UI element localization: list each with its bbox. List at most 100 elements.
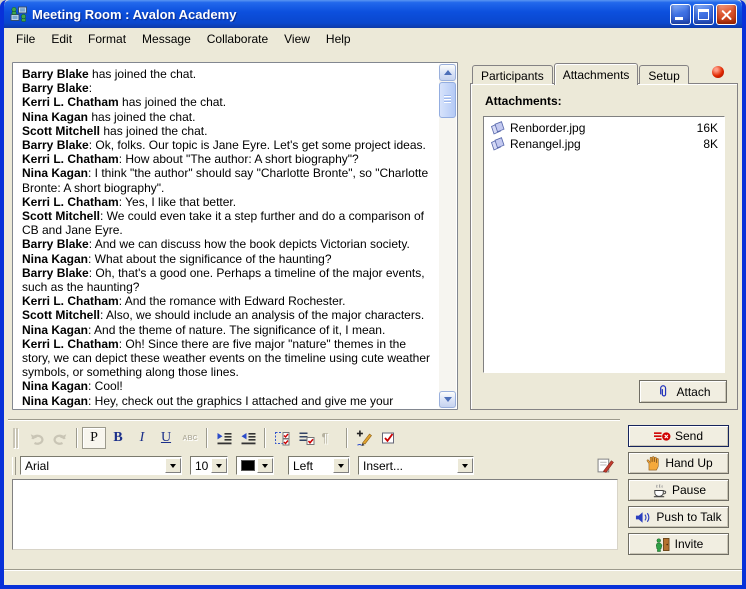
paragraph-check-button[interactable]: [294, 427, 318, 449]
underline-button[interactable]: U: [154, 427, 178, 449]
composer-divider: [8, 419, 620, 421]
font-color-select[interactable]: [236, 456, 274, 475]
attach-button[interactable]: Attach: [639, 380, 727, 403]
attachment-row[interactable]: Renborder.jpg16K: [486, 120, 722, 136]
edit-note-icon[interactable]: [597, 457, 614, 474]
coffee-cup-icon: [651, 483, 668, 498]
footnote-icon: ¶: [322, 430, 339, 446]
scroll-up-button[interactable]: [439, 64, 456, 81]
chat-message: Nina Kagan: I think "the author" should …: [22, 166, 436, 194]
menu-edit[interactable]: Edit: [43, 29, 80, 49]
scroll-down-button[interactable]: [439, 391, 456, 408]
format-toolbar: PBIU ABC ¶: [12, 424, 618, 452]
action-buttons: Send Hand Up: [628, 425, 729, 555]
chevron-down-icon[interactable]: [211, 458, 227, 473]
insert-select[interactable]: Insert...: [358, 456, 474, 475]
menu-format[interactable]: Format: [80, 29, 134, 49]
invite-button[interactable]: Invite: [628, 533, 729, 555]
client-area: Barry Blake has joined the chat.Barry Bl…: [4, 50, 742, 585]
attachment-row[interactable]: Renangel.jpg8K: [486, 136, 722, 152]
toolbar-gripper[interactable]: [13, 428, 20, 448]
chat-messages[interactable]: Barry Blake has joined the chat.Barry Bl…: [13, 63, 440, 409]
chevron-down-icon[interactable]: [165, 458, 181, 473]
close-button[interactable]: [716, 4, 737, 25]
message-input[interactable]: [12, 479, 618, 550]
scrollbar-thumb[interactable]: [439, 82, 456, 118]
app-icon: [10, 6, 28, 22]
pause-label: Pause: [672, 483, 706, 497]
chat-message: Kerri L. Chatham: Oh! Since there are fi…: [22, 337, 436, 380]
chat-message: Barry Blake: And we can discuss how the …: [22, 237, 436, 251]
message-text: has joined the chat.: [119, 95, 226, 109]
hand-up-button[interactable]: Hand Up: [628, 452, 729, 474]
alignment-select[interactable]: Left: [288, 456, 350, 475]
message-text: : Cool!: [88, 379, 123, 393]
plain-style-button[interactable]: P: [82, 427, 106, 449]
message-text: has joined the chat.: [88, 110, 195, 124]
message-text: : What about the significance of the hau…: [88, 252, 332, 266]
tab-setup[interactable]: Setup: [639, 65, 688, 84]
spell-check-button[interactable]: [376, 427, 400, 449]
font-family-select[interactable]: Arial: [20, 456, 182, 475]
minimize-button[interactable]: [670, 4, 691, 25]
file-icon: [490, 136, 506, 152]
push-to-talk-label: Push to Talk: [656, 510, 721, 524]
maximize-button[interactable]: [693, 4, 714, 25]
attachments-list[interactable]: Renborder.jpg16KRenangel.jpg8K: [483, 116, 725, 373]
chat-message: Barry Blake has joined the chat.: [22, 67, 436, 81]
bottom-divider: [4, 569, 742, 571]
file-size: 16K: [697, 120, 718, 136]
side-panel: Participants Attachments Setup Attachmen…: [470, 62, 738, 410]
chat-message: Kerri L. Chatham has joined the chat.: [22, 95, 436, 109]
chat-message: Scott Mitchell has joined the chat.: [22, 124, 436, 138]
chevron-down-icon[interactable]: [257, 458, 273, 473]
chat-message: Nina Kagan: What about the significance …: [22, 252, 436, 266]
toolbar-separator: [346, 428, 348, 448]
tab-attachments[interactable]: Attachments: [554, 63, 639, 85]
message-sender: Scott Mitchell: [22, 124, 100, 138]
toolbar-button-label: U: [161, 431, 171, 445]
chat-scrollbar[interactable]: [439, 64, 456, 408]
chat-message: Barry Blake: Oh, that's a good one. Perh…: [22, 266, 436, 294]
send-button[interactable]: Send: [628, 425, 729, 447]
menu-help[interactable]: Help: [318, 29, 359, 49]
window-title: Meeting Room : Avalon Academy: [32, 7, 670, 22]
highlight-pen-button[interactable]: [352, 427, 376, 449]
italic-button[interactable]: I: [130, 427, 154, 449]
menu-message[interactable]: Message: [134, 29, 199, 49]
message-sender: Kerri L. Chatham: [22, 195, 119, 209]
outdent-button[interactable]: [236, 427, 260, 449]
chevron-down-icon[interactable]: [333, 458, 349, 473]
bold-button[interactable]: B: [106, 427, 130, 449]
message-sender: Barry Blake: [22, 81, 89, 95]
push-to-talk-button[interactable]: Push to Talk: [628, 506, 729, 528]
superscript-button: ¶: [318, 427, 342, 449]
message-text: : Yes, I like that better.: [119, 195, 236, 209]
message-sender: Kerri L. Chatham: [22, 294, 119, 308]
maximize-icon: [698, 9, 709, 20]
select-format-button[interactable]: [270, 427, 294, 449]
message-sender: Nina Kagan: [22, 252, 88, 266]
undo-button: [24, 427, 48, 449]
chevron-down-icon[interactable]: [457, 458, 473, 473]
toolbar-separator: [264, 428, 266, 448]
chat-message: Kerri L. Chatham: And the romance with E…: [22, 294, 436, 308]
menu-view[interactable]: View: [276, 29, 318, 49]
indent-button[interactable]: [212, 427, 236, 449]
arrow-up-icon: [444, 66, 452, 75]
message-text: has joined the chat.: [100, 124, 207, 138]
outdent-icon: [240, 430, 257, 446]
toolbar-separator: [206, 428, 208, 448]
font-row: Arial 10 Left Insert...: [12, 455, 618, 476]
toolbar-gripper[interactable]: [12, 457, 16, 475]
tab-participants[interactable]: Participants: [472, 65, 553, 84]
font-size-value: 10: [195, 459, 211, 473]
menu-file[interactable]: File: [8, 29, 43, 49]
font-effects-button: ABC: [178, 427, 202, 449]
font-size-select[interactable]: 10: [190, 456, 228, 475]
insert-value: Insert...: [363, 459, 457, 473]
pause-button[interactable]: Pause: [628, 479, 729, 501]
message-sender: Nina Kagan: [22, 166, 88, 180]
menu-collaborate[interactable]: Collaborate: [199, 29, 276, 49]
titlebar[interactable]: Meeting Room : Avalon Academy: [4, 0, 742, 28]
